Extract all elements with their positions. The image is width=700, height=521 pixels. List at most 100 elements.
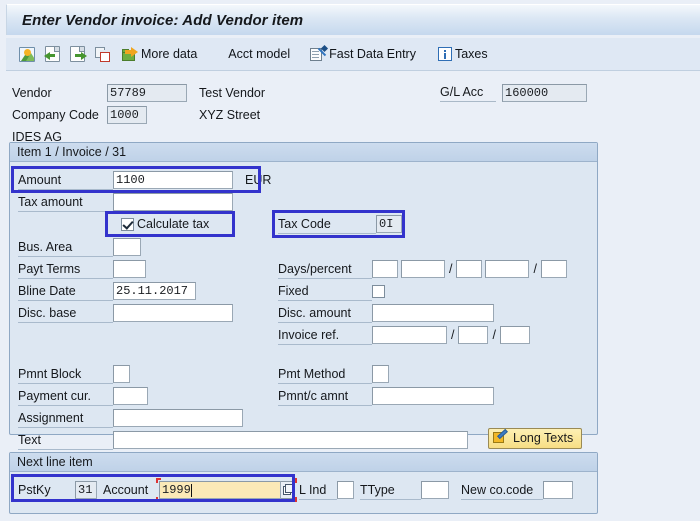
l-ind-field[interactable]: [337, 481, 354, 499]
disc-amount-label: Disc. amount: [278, 304, 372, 323]
days-percent-field-5[interactable]: [540, 260, 567, 278]
invoice-ref-separator-1: /: [451, 328, 455, 342]
days-percent-field-2[interactable]: [401, 260, 445, 278]
account-field[interactable]: 1999: [159, 481, 281, 499]
long-texts-row: Long Texts: [488, 427, 583, 449]
fast-data-entry-button[interactable]: Fast Data Entry: [307, 42, 419, 66]
text-row: Text: [18, 430, 468, 450]
bus-area-field[interactable]: [113, 238, 141, 256]
window-copy-toolbar-button[interactable]: [92, 42, 113, 66]
document-back-toolbar-button[interactable]: [42, 42, 63, 66]
new-cocode-label: New co.code: [461, 481, 543, 500]
assignment-field[interactable]: [113, 409, 243, 427]
pmt-method-label: Pmt Method: [278, 365, 372, 384]
tax-code-field[interactable]: 0I: [376, 215, 402, 233]
days-percent-label: Days/percent: [278, 260, 372, 279]
focus-corner-top-left: [156, 478, 161, 483]
bline-date-label: Bline Date: [18, 282, 113, 301]
fixed-checkbox[interactable]: [372, 284, 385, 298]
pmt-method-row: Pmt Method: [278, 364, 389, 384]
next-line-item-row: PstKy 31 Account 1999 L Ind TType New co…: [18, 478, 573, 502]
disc-base-label: Disc. base: [18, 304, 113, 323]
vendor-name-text: Test Vendor: [199, 85, 266, 100]
amount-field[interactable]: 1100: [113, 171, 233, 189]
amount-label: Amount: [18, 171, 113, 190]
info-icon: [437, 47, 452, 61]
disc-base-field[interactable]: [113, 304, 233, 322]
tax-code-row: Tax Code 0I: [278, 214, 402, 234]
disc-amount-row: Disc. amount: [278, 303, 494, 323]
pmnt-block-row: Pmnt Block: [18, 364, 130, 384]
assignment-label: Assignment: [18, 409, 113, 428]
form-pen-icon: [310, 47, 326, 62]
l-ind-label: L Ind: [299, 481, 337, 500]
payment-cur-row: Payment cur.: [18, 386, 148, 406]
taxes-button[interactable]: Taxes: [435, 42, 491, 66]
next-line-item-body: PstKy 31 Account 1999 L Ind TType New co…: [10, 472, 597, 513]
focus-corner-top-right: [292, 478, 297, 483]
payment-cur-field[interactable]: [113, 387, 148, 405]
company-code-label: Company Code: [12, 107, 99, 122]
calculate-tax-row[interactable]: Calculate tax: [121, 214, 209, 234]
assignment-row: Assignment: [18, 408, 243, 428]
pmt-method-field[interactable]: [372, 365, 389, 383]
invoice-ref-field-3[interactable]: [499, 326, 530, 344]
gl-acc-field[interactable]: 160000: [502, 83, 587, 102]
days-percent-separator-2: /: [533, 262, 537, 276]
invoice-ref-field-1[interactable]: [372, 326, 447, 344]
vendor-field[interactable]: 57789: [107, 83, 187, 102]
company-code-row: Company Code 1000 XYZ Street: [12, 105, 260, 124]
pmnt-c-amnt-field[interactable]: [372, 387, 494, 405]
folder-arrow-icon: [122, 47, 138, 61]
calculate-tax-label: Calculate tax: [137, 217, 210, 231]
company-street-text: XYZ Street: [199, 107, 261, 122]
pmnt-block-field[interactable]: [113, 365, 130, 383]
company-code-field[interactable]: 1000: [107, 105, 147, 124]
disc-amount-field[interactable]: [372, 304, 494, 322]
amount-row: Amount 1100 EUR: [18, 170, 271, 190]
bline-date-field[interactable]: 25.11.2017: [113, 282, 196, 300]
invoice-ref-field-2[interactable]: [458, 326, 489, 344]
tax-amount-field[interactable]: [113, 193, 233, 211]
payt-terms-field[interactable]: [113, 260, 146, 278]
acct-model-label: Acct model: [228, 47, 291, 61]
header-fields: Vendor 57789 Test Vendor Company Code 10…: [0, 74, 700, 144]
picture-toolbar-button[interactable]: [16, 42, 38, 66]
ttype-field[interactable]: [421, 481, 449, 499]
more-data-button[interactable]: More data: [119, 42, 200, 66]
days-percent-field-4[interactable]: [485, 260, 530, 278]
payt-terms-label: Payt Terms: [18, 260, 113, 279]
item-panel: Item 1 / Invoice / 31 Amount 1100 EUR Ta…: [9, 142, 598, 450]
gl-acc-label: G/L Acc: [440, 84, 496, 102]
window-copy-icon: [95, 46, 110, 62]
taxes-label: Taxes: [454, 47, 488, 61]
gl-acc-row: G/L Acc 160000: [440, 83, 587, 102]
invoice-ref-label: Invoice ref.: [278, 326, 372, 345]
document-back-icon: [44, 46, 60, 62]
days-percent-row: Days/percent / /: [278, 259, 567, 279]
fast-data-entry-label: Fast Data Entry: [329, 47, 416, 61]
document-forward-toolbar-button[interactable]: [67, 42, 88, 66]
days-percent-field-3[interactable]: [456, 260, 483, 278]
long-texts-label: Long Texts: [513, 431, 574, 445]
pmnt-c-amnt-label: Pmnt/c amnt: [278, 387, 372, 406]
text-caret: [190, 483, 192, 497]
focus-corner-bottom-left: [156, 497, 161, 502]
calculate-tax-checkbox[interactable]: [121, 217, 134, 231]
account-field-wrapper: 1999: [156, 478, 297, 502]
pstky-field[interactable]: 31: [75, 481, 97, 499]
days-percent-field-1[interactable]: [372, 260, 398, 278]
more-data-label: More data: [141, 47, 198, 61]
tax-amount-label: Tax amount: [18, 193, 113, 212]
note-pencil-icon: [493, 428, 508, 445]
new-cocode-field[interactable]: [543, 481, 573, 499]
payment-cur-label: Payment cur.: [18, 387, 113, 406]
text-field[interactable]: [113, 431, 468, 449]
focus-corner-bottom-right: [292, 497, 297, 502]
window-title-bar: Enter Vendor invoice: Add Vendor item: [6, 4, 700, 35]
long-texts-button[interactable]: Long Texts: [488, 427, 583, 449]
acct-model-button[interactable]: Acct model: [222, 42, 293, 66]
days-percent-separator-1: /: [449, 262, 453, 276]
pmnt-block-label: Pmnt Block: [18, 365, 113, 384]
bus-area-row: Bus. Area: [18, 237, 141, 257]
